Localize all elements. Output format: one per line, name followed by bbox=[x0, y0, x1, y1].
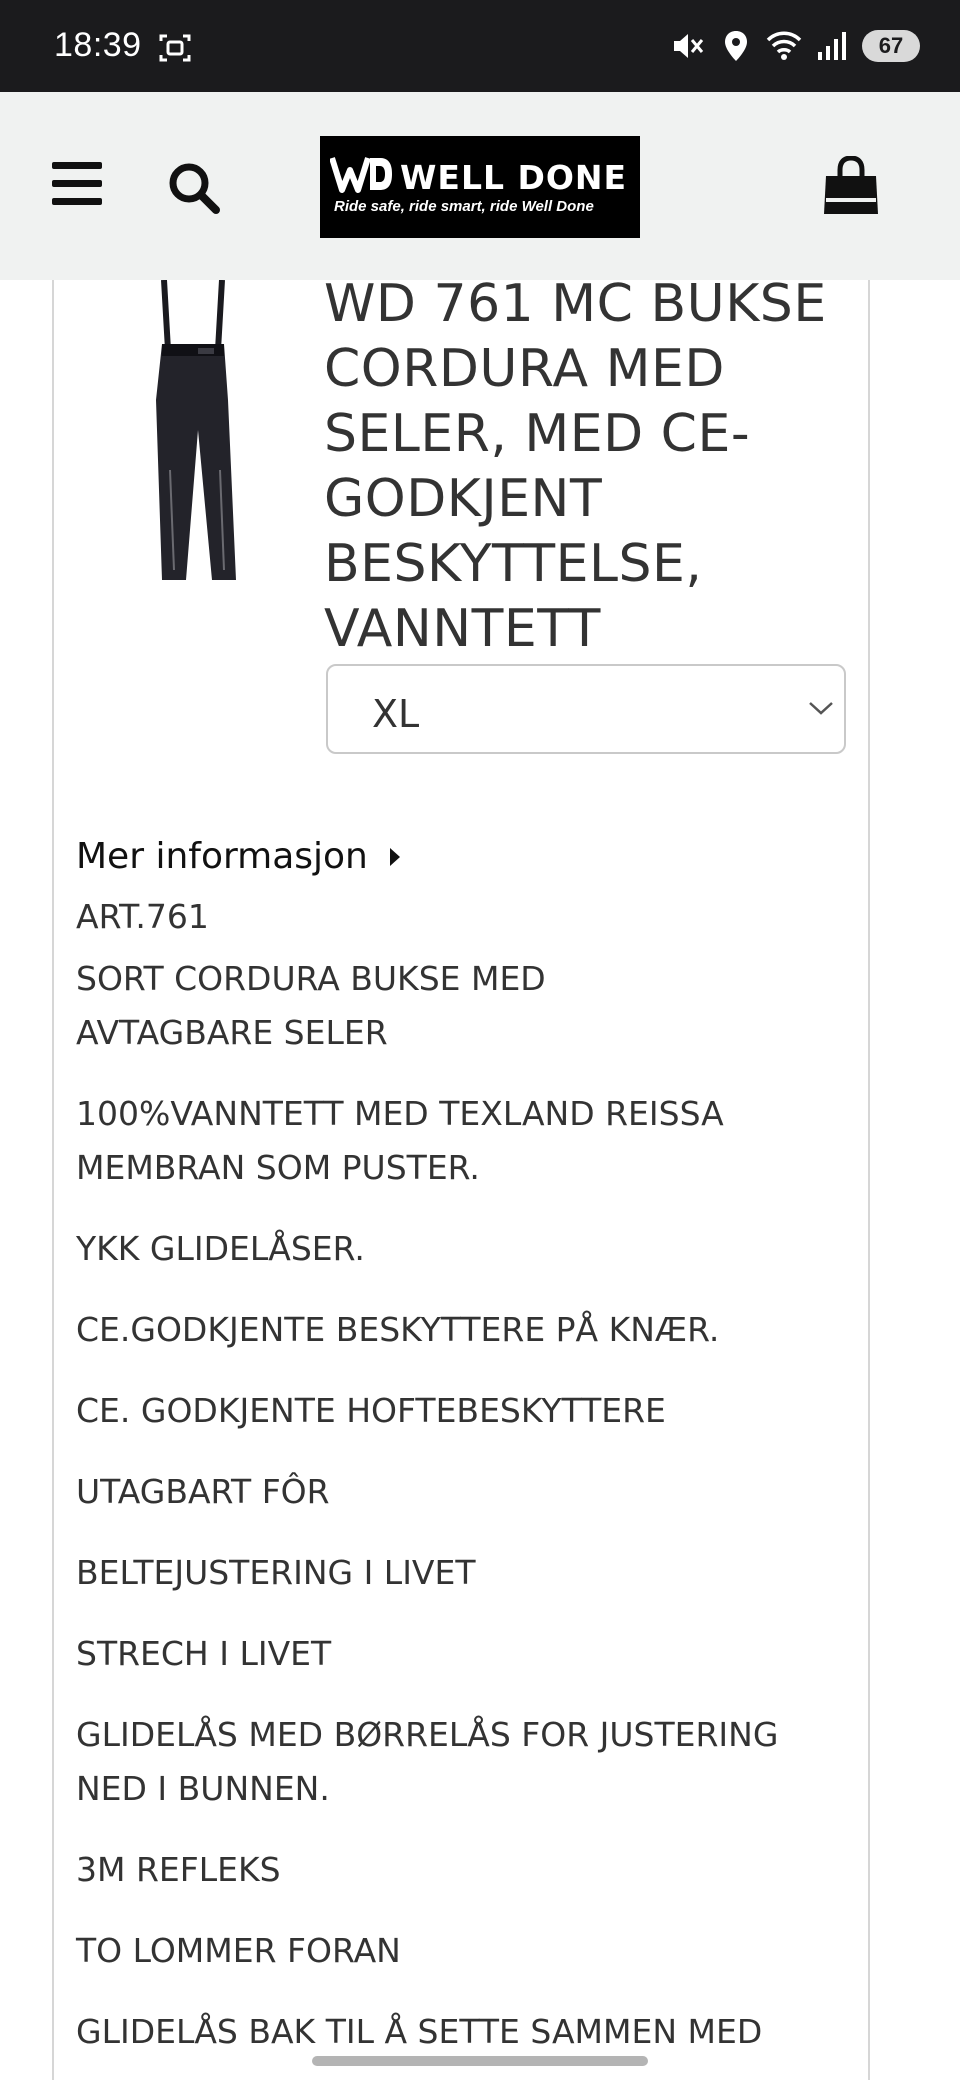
description-line: 100%VANNTETT MED TEXLAND REISSA MEMBRAN … bbox=[76, 1094, 724, 1187]
signal-icon bbox=[818, 32, 846, 60]
product-image[interactable] bbox=[124, 280, 254, 580]
cart-icon[interactable] bbox=[822, 156, 880, 216]
search-icon[interactable] bbox=[166, 160, 222, 216]
description-line: GLIDELÅS MED BØRRELÅS FOR JUSTERING NED … bbox=[76, 1715, 779, 1808]
product-card: WD 761 MC BUKSE CORDURA MED SELER, MED C… bbox=[52, 274, 870, 2080]
home-indicator[interactable] bbox=[312, 2056, 648, 2066]
status-bar: 18:39 67 bbox=[0, 0, 960, 92]
location-icon bbox=[725, 31, 747, 61]
description-line: UTAGBART FÔR bbox=[76, 1472, 330, 1511]
more-info-toggle[interactable]: Mer informasjon bbox=[76, 836, 402, 877]
description-line: SORT CORDURA BUKSE MED AVTAGBARE SELER bbox=[76, 959, 546, 1052]
size-select-value: XL bbox=[372, 692, 420, 736]
description-line: 3M REFLEKS bbox=[76, 1850, 281, 1889]
wifi-icon bbox=[766, 31, 802, 60]
brand-logo[interactable]: WELL DONE Ride safe, ride smart, ride We… bbox=[320, 136, 640, 238]
chevron-down-icon bbox=[809, 702, 833, 715]
description-line: CE.GODKJENTE BESKYTTERE PÅ KNÆR. bbox=[76, 1310, 720, 1349]
product-description: ART.761 SORT CORDURA BUKSE MED AVTAGBARE… bbox=[76, 890, 856, 2080]
product-title: WD 761 MC BUKSE CORDURA MED SELER, MED C… bbox=[324, 274, 827, 659]
logo-name: WELL DONE bbox=[400, 158, 628, 197]
mute-icon bbox=[674, 34, 704, 58]
description-line: TO LOMMER FORAN bbox=[76, 1931, 401, 1970]
status-time: 18:39 bbox=[54, 26, 142, 64]
logo-tagline: Ride safe, ride smart, ride Well Done bbox=[334, 198, 594, 215]
screen-record-icon bbox=[159, 34, 191, 62]
more-info-label: Mer informasjon bbox=[76, 836, 368, 877]
menu-icon[interactable] bbox=[52, 162, 102, 206]
status-icons: 67 bbox=[670, 26, 920, 66]
description-line: BELTEJUSTERING I LIVET bbox=[76, 1553, 476, 1592]
size-select[interactable]: XL bbox=[326, 664, 846, 754]
description-line: STRECH I LIVET bbox=[76, 1634, 332, 1673]
logo-mark-icon bbox=[330, 157, 392, 193]
description-line: YKK GLIDELÅSER. bbox=[76, 1229, 365, 1268]
caret-right-icon bbox=[389, 847, 400, 866]
description-line: GLIDELÅS BAK TIL Å SETTE SAMMEN MED bbox=[76, 2012, 763, 2051]
battery-indicator: 67 bbox=[862, 30, 920, 62]
description-line: CE. GODKJENTE HOFTEBESKYTTERE bbox=[76, 1391, 666, 1430]
description-line: ART.761 bbox=[76, 897, 209, 936]
site-header: WELL DONE Ride safe, ride smart, ride We… bbox=[0, 92, 960, 280]
